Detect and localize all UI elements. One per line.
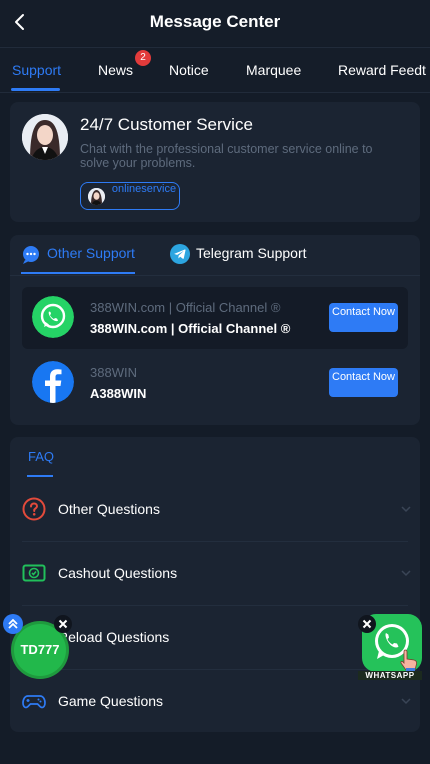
channel-account: A388WIN bbox=[90, 386, 147, 401]
contact-now-button-whatsapp[interactable]: Contact Now bbox=[329, 303, 398, 332]
faq-card: FAQ Other Questions Cashout Questions Re… bbox=[10, 437, 420, 732]
contact-now-button-facebook[interactable]: Contact Now bbox=[329, 368, 398, 397]
close-icon[interactable] bbox=[358, 615, 376, 633]
question-circle-icon bbox=[22, 497, 46, 521]
channel-name: 388WIN.com | Official Channel ® bbox=[90, 300, 281, 315]
customer-service-title: 24/7 Customer Service bbox=[80, 115, 253, 134]
news-badge: 2 bbox=[135, 50, 151, 66]
whatsapp-label: WHATSAPP bbox=[358, 671, 422, 680]
floating-td777-widget[interactable]: TD777 bbox=[2, 614, 72, 680]
chevron-down-icon bbox=[401, 506, 411, 513]
page-title: Message Center bbox=[149, 12, 281, 31]
chevron-down-icon bbox=[401, 698, 411, 705]
telegram-icon bbox=[170, 244, 190, 264]
faq-item-label: Cashout Questions bbox=[58, 565, 178, 581]
faq-item-label: Game Questions bbox=[58, 693, 164, 709]
online-service-avatar bbox=[88, 188, 105, 205]
td777-label: TD777 bbox=[20, 642, 60, 657]
facebook-icon bbox=[32, 361, 74, 403]
tab-support[interactable]: Support bbox=[12, 62, 61, 78]
online-service-button[interactable]: onlineservice bbox=[80, 182, 180, 210]
close-icon[interactable] bbox=[54, 615, 72, 633]
faq-item-other-questions[interactable]: Other Questions bbox=[22, 478, 411, 542]
tab-marquee[interactable]: Marquee bbox=[246, 62, 301, 78]
faq-item-label: Reload Questions bbox=[58, 629, 170, 645]
channel-row-facebook: 388WIN A388WIN Contact Now bbox=[22, 352, 408, 414]
online-service-label: onlineservice bbox=[111, 183, 177, 195]
faq-item-label: Other Questions bbox=[58, 501, 160, 517]
faq-item-game-questions[interactable]: Game Questions bbox=[22, 670, 411, 733]
tab-reward-feedback[interactable]: Reward Feedt bbox=[338, 62, 426, 78]
tab-bar: Support News Notice Marquee Reward Feedt bbox=[0, 47, 430, 93]
pointing-hand-icon bbox=[400, 649, 418, 671]
chat-bubble-icon bbox=[23, 246, 39, 264]
active-tab-indicator bbox=[11, 88, 60, 91]
support-card: Other Support Telegram Support 388WIN.co… bbox=[10, 235, 420, 425]
support-tab-bar: Other Support Telegram Support bbox=[10, 235, 420, 276]
tab-other-support[interactable]: Other Support bbox=[47, 245, 135, 261]
channel-name: 388WIN bbox=[90, 365, 137, 380]
floating-whatsapp-widget[interactable]: WHATSAPP bbox=[358, 614, 426, 684]
gamepad-icon bbox=[22, 695, 46, 709]
agent-avatar bbox=[22, 114, 68, 160]
whatsapp-icon bbox=[32, 296, 74, 338]
customer-service-card: 24/7 Customer Service Chat with the prof… bbox=[10, 102, 420, 222]
cashout-icon bbox=[22, 564, 46, 582]
header-bar: Message Center bbox=[0, 0, 430, 46]
channel-account: 388WIN.com | Official Channel ® bbox=[90, 321, 291, 336]
customer-service-description: Chat with the professional customer serv… bbox=[80, 142, 373, 170]
faq-item-cashout-questions[interactable]: Cashout Questions bbox=[22, 542, 411, 606]
channel-row-whatsapp: 388WIN.com | Official Channel ® 388WIN.c… bbox=[22, 287, 408, 349]
active-support-tab-indicator bbox=[21, 272, 135, 274]
tab-notice[interactable]: Notice bbox=[169, 62, 209, 78]
tab-telegram-support[interactable]: Telegram Support bbox=[196, 245, 307, 261]
faq-item-reload-questions[interactable]: Reload Questions bbox=[22, 606, 411, 670]
chevron-down-icon bbox=[401, 570, 411, 577]
double-chevron-up-icon[interactable] bbox=[3, 614, 23, 634]
tab-news[interactable]: News bbox=[98, 62, 133, 78]
faq-tab-indicator bbox=[27, 475, 53, 477]
tab-faq[interactable]: FAQ bbox=[28, 449, 54, 464]
